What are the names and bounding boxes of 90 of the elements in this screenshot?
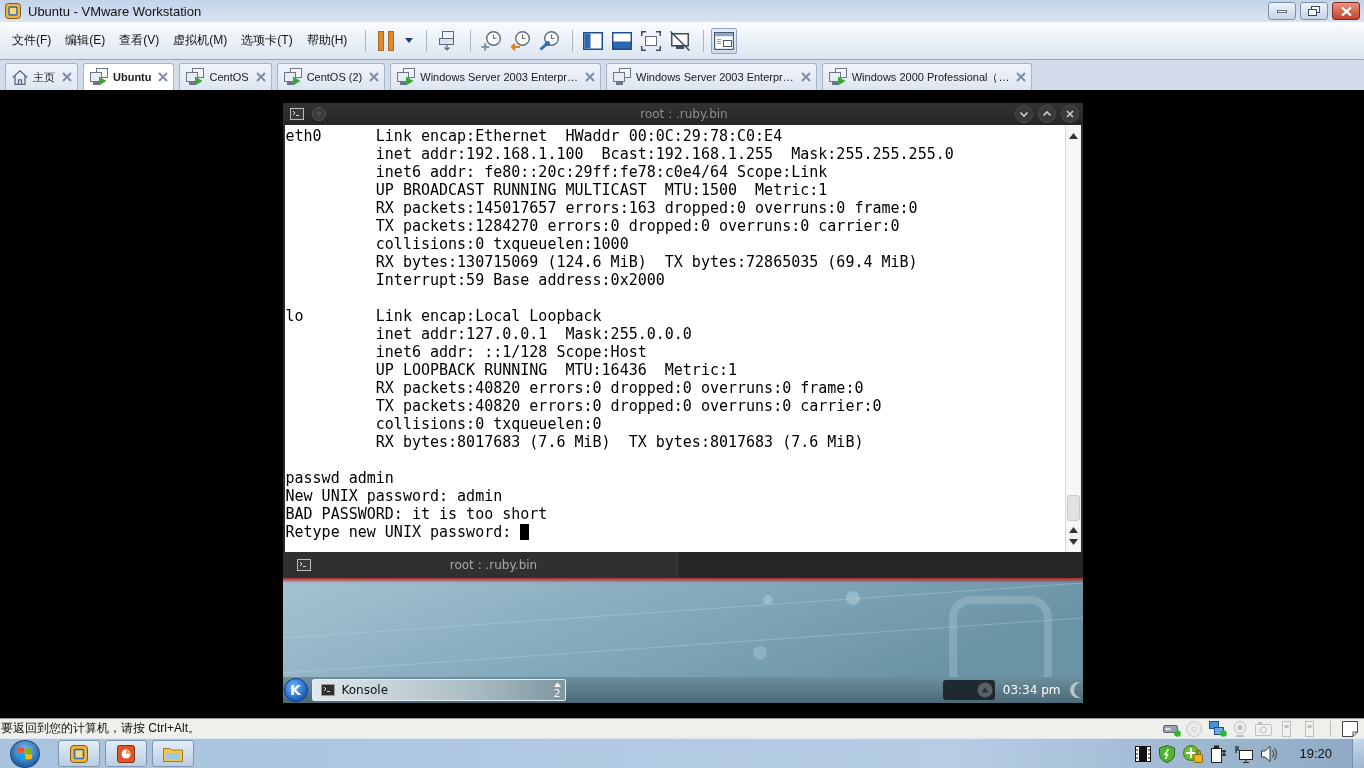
terminal-line: UP LOOPBACK RUNNING MTU:16436 Metric:1: [375, 361, 738, 379]
terminal-line: inet6 addr: ::1/128 Scope:Host: [375, 343, 647, 361]
filmstrip-icon[interactable]: [1135, 745, 1152, 762]
folder-icon: [163, 745, 183, 762]
corner-brackets-icon: [641, 30, 662, 51]
window-icon: [714, 31, 735, 50]
terminal-icon[interactable]: [289, 108, 304, 120]
interface-name: lo: [285, 307, 304, 325]
terminal-line: RX packets:145017657 errors:163 dropped:0 overruns:0 frame:0: [375, 199, 918, 217]
house-icon: [12, 69, 28, 85]
tab[interactable]: CentOS: [179, 63, 272, 90]
scroll-down-icon[interactable]: [1068, 539, 1078, 545]
tab[interactable]: Windows 2000 Professional（…: [821, 63, 1033, 90]
terminal-line: inet addr:127.0.0.1 Mask:255.0.0.0: [375, 325, 692, 343]
terminal-tab[interactable]: root : .ruby.bin: [282, 552, 678, 578]
minimize-icon: [1277, 9, 1287, 13]
terminal-line: passwd admin: [285, 469, 394, 487]
clock-plus-icon: [481, 30, 502, 51]
chevron-up-icon[interactable]: [1037, 105, 1056, 123]
terminal-line: TX packets:40820 errors:0 dropped:0 overruns:0 carrier:0: [375, 397, 882, 415]
flag-icon: [18, 747, 32, 760]
terminal-line: RX packets:40820 errors:0 dropped:0 overruns:0 frame:0: [375, 379, 864, 397]
terminal-line: inet addr:192.168.1.100 Bcast:192.168.1.255 Mask:255.255.255.0: [375, 145, 954, 163]
start-button[interactable]: [10, 739, 40, 768]
clock-arrow-icon: [510, 30, 531, 51]
note-icon[interactable]: [1342, 720, 1358, 737]
clock-wrench-icon: [539, 30, 560, 51]
taskbar-clock[interactable]: 19:20: [1299, 746, 1332, 761]
task-button[interactable]: Konsole 2: [311, 679, 566, 701]
status-message: 要返回到您的计算机，请按 Ctrl+Alt。: [1, 720, 200, 737]
vmware-logo-icon: [5, 3, 21, 19]
scroll-up-icon[interactable]: [1068, 133, 1078, 139]
tab[interactable]: CentOS (2): [276, 63, 386, 90]
taskbar-app-button[interactable]: [58, 740, 100, 767]
terminal-window-title: root : .ruby.bin: [640, 107, 728, 121]
terminal-line: RX bytes:8017683 (7.6 MiB) TX bytes:8017683 (7.6 MiB): [375, 433, 864, 451]
bar-window-icon: [612, 31, 633, 50]
tab[interactable]: Ubuntu: [83, 63, 175, 90]
menu-item[interactable]: 编辑(E): [62, 30, 109, 51]
shield-icon[interactable]: [1159, 744, 1176, 763]
network-monitor-icon[interactable]: [1235, 744, 1254, 763]
terminal-line: inet6 addr: fe80::20c:29ff:fe78:c0e4/64 Scope:Link: [375, 163, 828, 181]
tab[interactable]: Windows Server 2003 Enterpr…: [606, 63, 817, 90]
terminal-line: RX bytes:130715069 (124.6 MiB) TX bytes:72865035 (69.4 MiB): [375, 253, 918, 271]
console-view-button[interactable]: [711, 27, 738, 54]
terminal-line: Link encap:Local Loopback: [375, 307, 602, 325]
crossed-screen-icon: [670, 30, 691, 51]
pie-chart-icon: [117, 744, 135, 763]
terminal-line: TX packets:1284270 errors:0 dropped:0 overruns:0 carrier:0: [375, 217, 900, 235]
vmware-logo-icon: [70, 744, 88, 763]
speaker-icon[interactable]: [1261, 745, 1280, 762]
tab[interactable]: 主页: [5, 63, 78, 90]
power-plug-icon[interactable]: [1211, 744, 1228, 763]
terminal-line: Interrupt:59 Base address:0x2000: [375, 271, 665, 289]
scrollbar-thumb[interactable]: [1066, 495, 1080, 521]
menu-item[interactable]: 文件(F): [9, 30, 55, 51]
terminal-icon: [296, 559, 311, 571]
scroll-up-icon[interactable]: [1068, 527, 1078, 533]
close-icon: [1340, 6, 1352, 16]
terminal-line: Retype new UNIX password:: [285, 523, 512, 541]
close-button[interactable]: [1332, 2, 1360, 20]
panel-clock: 03:34 pm: [1002, 683, 1061, 697]
pause-icon: [378, 30, 395, 51]
window-count: 2: [553, 687, 561, 699]
menu-item[interactable]: 虚拟机(M): [170, 30, 231, 51]
close-icon[interactable]: [1060, 105, 1079, 123]
terminal-line: Link encap:Ethernet HWaddr 00:0C:29:78:C0:E4: [375, 127, 783, 145]
terminal-line: New UNIX password: admin: [285, 487, 503, 505]
menu-item[interactable]: 选项卡(T): [238, 30, 296, 51]
interface-name: eth0: [285, 127, 322, 145]
up-triangle-icon: [553, 681, 561, 687]
menu-item[interactable]: 查看(V): [116, 30, 163, 51]
chevron-down-icon[interactable]: [1014, 105, 1033, 123]
tab[interactable]: Windows Server 2003 Enterpr…: [390, 63, 601, 90]
caret-icon: [405, 38, 414, 43]
terminal-line: collisions:0 txqueuelen:0: [375, 415, 602, 433]
restore-button[interactable]: [1300, 2, 1328, 20]
terminal-icon: [320, 684, 335, 696]
minimize-button[interactable]: [1268, 2, 1296, 20]
crescent-icon[interactable]: [1068, 682, 1081, 698]
network-icon[interactable]: [1209, 720, 1227, 737]
window-title: Ubuntu - VMware Workstation: [28, 3, 202, 19]
sidebar-window-icon: [583, 31, 604, 50]
terminal-line: UP BROADCAST RUNNING MULTICAST MTU:1500 Metric:1: [375, 181, 828, 199]
menu-item[interactable]: 帮助(H): [303, 30, 351, 51]
terminal-line: collisions:0 txqueuelen:1000: [375, 235, 629, 253]
plus-lock-icon[interactable]: [1183, 744, 1204, 763]
restore-icon: [1308, 6, 1320, 16]
taskbar-app-button[interactable]: [105, 740, 147, 767]
terminal-line: BAD PASSWORD: it is too short: [285, 505, 548, 523]
